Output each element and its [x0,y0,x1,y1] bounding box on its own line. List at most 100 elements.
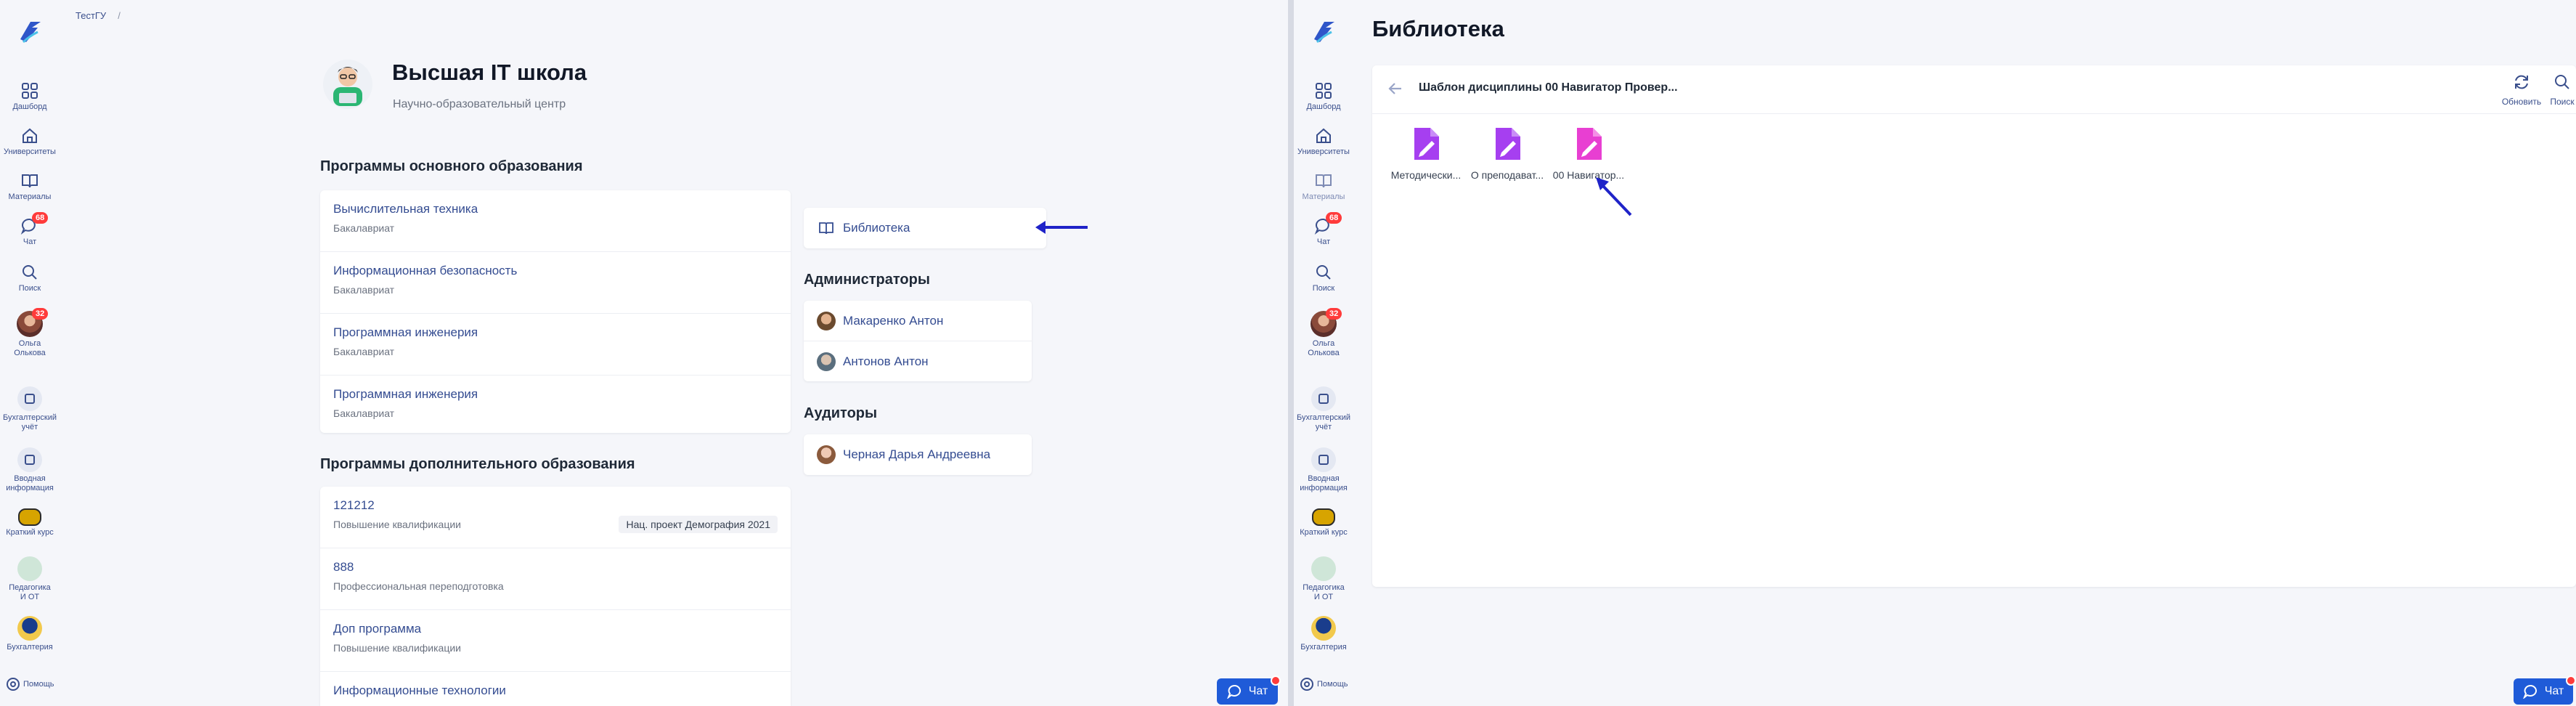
edit-document-icon [1496,128,1520,160]
nav-profile[interactable]: 32 Ольга Олькова [0,308,60,358]
nav-label: Вводная информация [1300,474,1348,492]
search-icon [1316,265,1331,280]
chat-badge: 68 [32,212,49,224]
nav-dashboard[interactable]: Дашборд [1294,81,1353,112]
refresh-icon [2515,75,2528,89]
nav-profile[interactable]: 32 Ольга Олькова [1294,308,1353,358]
admin-row[interactable]: Антонов Антон [804,341,1032,381]
nav-search[interactable]: Поиск [0,263,60,293]
program-row[interactable]: Вычислительная техника Бакалавриат [320,190,791,252]
nav-universities[interactable]: Университеты [1294,126,1353,157]
grid-icon [22,83,38,99]
nav-course-pedagogy[interactable]: Педагогика И ОТ [0,556,60,602]
home-icon [23,128,37,143]
library-file[interactable]: О преподават... [1468,126,1546,181]
chat-badge: 68 [1326,212,1342,224]
nav-label: Университеты [4,147,56,156]
nav-course-short[interactable]: Краткий курс [1294,508,1353,537]
program-row[interactable]: Программная инженерия Бакалавриат [320,314,791,376]
book-icon [819,222,833,235]
nav-label: Дашборд [1306,102,1341,111]
chat-button[interactable]: Чат [1217,675,1281,705]
breadcrumb-separator: / [118,10,121,21]
program-row[interactable]: 888 Профессиональная переподготовка [320,548,791,610]
nav-materials[interactable]: Материалы [1294,171,1353,202]
program-title: 121212 [333,498,375,512]
breadcrumb-org[interactable]: ТестГУ [76,10,106,21]
main-programs-heading: Программы основного образования [320,158,583,174]
person-name: Макаренко Антон [843,313,944,328]
nav-materials[interactable]: Материалы [0,171,60,202]
library-browser: Шаблон дисциплины 00 Навигатор Провер...… [1372,65,2576,587]
admins-list: Макаренко Антон Антонов Антон [804,301,1032,381]
program-title: Вычислительная техника [333,202,478,216]
library-file[interactable]: Методически... [1387,126,1465,181]
nav-dashboard[interactable]: Дашборд [0,81,60,112]
library-link[interactable]: Библиотека [804,208,1046,248]
nav-search[interactable]: Поиск [1294,263,1353,293]
program-title: Программная инженерия [333,325,478,339]
org-subtitle: Научно-образовательный центр [393,98,566,110]
refresh-button[interactable]: Обновить [2496,73,2547,107]
main-programs-list: Вычислительная техника Бакалавриат Инфор… [320,190,791,433]
nav-universities[interactable]: Университеты [0,126,60,157]
person-name: Антонов Антон [843,354,929,368]
nav-label: Бухгалтерский учёт [2,413,57,431]
person-avatar [817,311,836,330]
library-toolbar: Шаблон дисциплины 00 Навигатор Провер...… [1372,65,2576,114]
search-button[interactable]: Поиск [2548,73,2576,107]
library-path: Шаблон дисциплины 00 Навигатор Провер... [1419,81,1678,94]
program-row[interactable]: Программная инженерия Бакалавриат [320,376,791,437]
graduation-cap-icon [1311,616,1336,641]
course-icon [17,386,42,411]
help-link[interactable]: Помощь [6,677,54,691]
org-mascot-icon [323,60,372,109]
nav-label: Университеты [1297,147,1350,156]
nav-chat[interactable]: 68 Чат [1294,212,1353,247]
help-label: Помощь [1317,679,1348,689]
person-avatar [817,352,836,371]
program-level: Повышение квалификации [333,642,461,654]
program-title: Информационная безопасность [333,264,518,277]
chat-button[interactable]: Чат [2514,675,2576,705]
nav-label: Чат [1316,238,1331,246]
program-title: Доп программа [333,622,422,636]
app-logo-icon[interactable] [1310,17,1339,46]
panel-divider [1288,0,1294,706]
admin-row[interactable]: Макаренко Антон [804,301,1032,341]
help-link[interactable]: Помощь [1300,677,1348,691]
edit-document-icon [1577,128,1602,160]
program-title: Информационные технологии [333,683,506,697]
nav-course-short[interactable]: Краткий курс [0,508,60,537]
library-file[interactable]: 00 Навигатор... [1549,126,1628,181]
program-row[interactable]: 121212 Повышение квалификации Нац. проек… [320,487,791,548]
graduation-cap-icon [17,616,42,641]
nav-course-accounting[interactable]: Бухгалтерский учёт [0,386,60,432]
app-logo-icon[interactable] [16,17,45,46]
auditor-row[interactable]: Черная Дарья Андреевна [804,434,1032,474]
page-title: Библиотека [1372,16,1504,41]
book-icon [22,174,38,188]
program-level: Повышение квалификации [333,519,461,530]
auditors-list: Черная Дарья Андреевна [804,434,1032,475]
back-arrow-icon[interactable] [1385,78,1406,99]
nav-course-accounting[interactable]: Бухгалтерский учёт [1294,386,1353,432]
nav-label: Материалы [1302,192,1345,201]
nav-chat[interactable]: 68 Чат [0,212,60,247]
search-icon [2555,75,2569,89]
program-row[interactable]: Информационные технологии [320,672,791,706]
nav-label: Поиск [18,284,41,293]
nav-course-bookkeeping[interactable]: Бухгалтерия [1294,616,1353,652]
program-level: Бакалавриат [333,407,395,419]
nav-course-bookkeeping[interactable]: Бухгалтерия [0,616,60,652]
nav-course-intro[interactable]: Вводная информация [0,447,60,493]
program-row[interactable]: Доп программа Повышение квалификации [320,610,791,672]
profile-badge: 32 [1326,308,1342,320]
profile-badge: 32 [32,308,49,320]
program-row[interactable]: Информационная безопасность Бакалавриат [320,252,791,314]
chat-notification-dot [1271,675,1281,686]
nav-course-pedagogy[interactable]: Педагогика И ОТ [1294,556,1353,602]
nav-course-intro[interactable]: Вводная информация [1294,447,1353,493]
chat-bubble-icon [1226,685,1241,699]
program-tag: Нац. проект Демография 2021 [619,516,778,533]
